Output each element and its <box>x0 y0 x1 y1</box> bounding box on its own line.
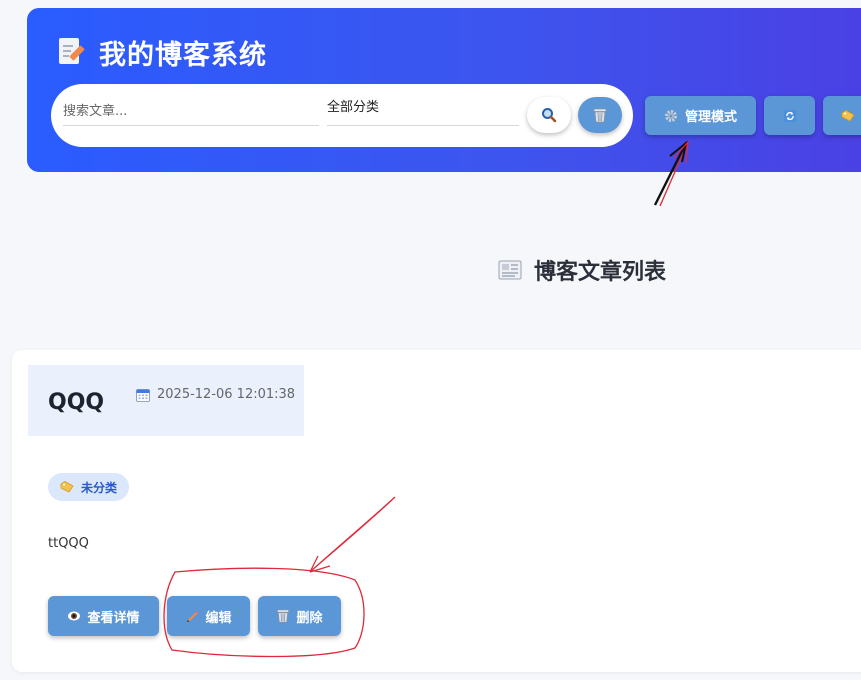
view-details-label: 查看详情 <box>87 610 140 626</box>
app-title-wrap: 我的博客系统 <box>57 34 267 71</box>
tag-icon <box>841 109 855 122</box>
clear-filter-button[interactable] <box>578 97 622 133</box>
post-title[interactable]: QQQ <box>48 390 104 415</box>
post-category-label: 未分类 <box>81 480 118 495</box>
post-category-badge[interactable]: 未分类 <box>48 473 130 501</box>
category-manage-button[interactable] <box>823 96 861 135</box>
wastebasket-icon <box>277 609 290 623</box>
wastebasket-icon <box>593 108 607 122</box>
app-header: 我的博客系统 全部分类 管理模式 <box>27 8 861 172</box>
refresh-icon <box>783 109 796 122</box>
edit-button[interactable]: 编辑 <box>167 596 250 636</box>
search-input[interactable] <box>63 98 319 126</box>
newspaper-icon <box>498 260 522 280</box>
eye-icon <box>68 611 81 621</box>
view-details-button[interactable]: 查看详情 <box>48 596 159 636</box>
post-list-title-text: 博客文章列表 <box>534 260 667 285</box>
admin-mode-label: 管理模式 <box>684 110 737 125</box>
pencil-icon <box>187 611 199 622</box>
delete-button[interactable]: 删除 <box>258 596 341 636</box>
app-title: 我的博客系统 <box>99 39 267 71</box>
category-select[interactable]: 全部分类 <box>327 98 519 126</box>
admin-mode-button[interactable]: 管理模式 <box>645 96 756 135</box>
tag-icon <box>60 481 74 493</box>
search-bar: 全部分类 <box>51 84 633 147</box>
search-icon <box>542 108 557 123</box>
post-list-title: 博客文章列表 <box>498 254 666 286</box>
edit-label: 编辑 <box>205 610 232 626</box>
calendar-icon <box>136 388 150 402</box>
gear-icon <box>664 109 677 122</box>
post-card-header: QQQ 2025-12-06 12:01:38 <box>28 365 304 436</box>
refresh-button[interactable] <box>764 96 815 135</box>
memo-icon <box>57 36 85 68</box>
delete-label: 删除 <box>296 610 323 626</box>
post-date: 2025-12-06 12:01:38 <box>136 387 295 402</box>
post-card: QQQ 2025-12-06 12:01:38 未分类 ttQQQ 查看详情 编… <box>12 350 861 672</box>
post-date-text: 2025-12-06 12:01:38 <box>157 387 296 402</box>
post-excerpt: ttQQQ <box>48 536 89 551</box>
search-button[interactable] <box>527 97 571 133</box>
